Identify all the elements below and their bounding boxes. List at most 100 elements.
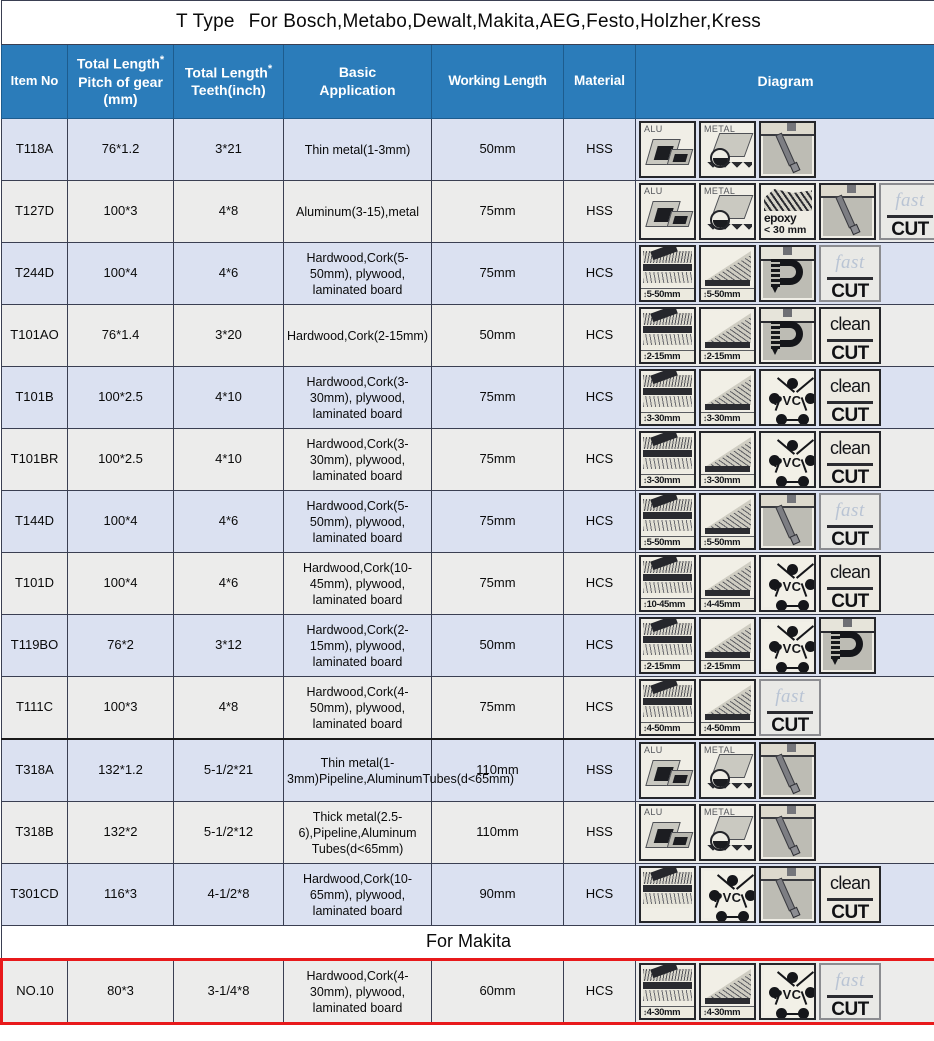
- cell-total-length-teeth: 4*6: [173, 490, 284, 553]
- cell-basic-application: Hardwood,Cork(4-30mm), plywood, laminate…: [283, 958, 432, 1025]
- table-row: T318A 132*1.2 5-1/2*21 Thin metal(1-3mm)Pip…: [1, 738, 934, 802]
- wood-layers-shape: [643, 557, 692, 597]
- cell-working-length: 75mm: [431, 242, 564, 305]
- wood-layers-shape: [643, 309, 692, 349]
- pvc-text: PVC: [773, 641, 802, 656]
- cell-material: HCS: [563, 428, 636, 491]
- diagram-icon-strip: ↕2-15mm ↕2-15mm clean CUT: [639, 307, 932, 364]
- cell-working-length: 110mm: [431, 801, 564, 864]
- icon-size-label: ↕5-50mm: [641, 288, 694, 300]
- cell-total-length-teeth: 4*10: [173, 366, 284, 429]
- cell-working-length: 75mm: [431, 180, 564, 243]
- cell-total-length-teeth: 3*12: [173, 614, 284, 677]
- wood-layers-shape: [643, 681, 692, 721]
- diagram-icon: ↕4-45mm: [699, 555, 756, 612]
- alu-label: ALU: [644, 186, 663, 196]
- diagram-icon: ↕3-30mm: [639, 369, 696, 426]
- pvc-dot-0: [727, 875, 738, 886]
- icon-size-label: ↕5-50mm: [701, 536, 754, 548]
- cut-badge-top-text: clean: [829, 376, 871, 396]
- cut-badge: fast CUT: [819, 963, 881, 1020]
- cut-badge-bottom-text: CUT: [771, 715, 809, 736]
- pvc-dot-0: [787, 378, 798, 389]
- diagram-icon: ALU: [639, 742, 696, 799]
- diagram-icon: ↕3-30mm: [639, 431, 696, 488]
- cell-item-no: NO.10: [0, 958, 68, 1025]
- cell-basic-application: Thick metal(2.5-6),Pipeline,Aluminum Tub…: [283, 801, 432, 864]
- diagram-icon-strip: ↕3-30mm ↕3-30mm PVC clean CUT: [639, 431, 932, 488]
- cell-diagram: ALU METAL: [634, 801, 934, 864]
- diagram-icon: ↕2-15mm: [639, 617, 696, 674]
- diagram-icon-strip: ↕5-50mm ↕5-50mm fast CUT: [639, 245, 932, 302]
- cut-badge-bottom-text: CUT: [831, 591, 869, 612]
- diagram-icon: ALU: [639, 121, 696, 178]
- cell-diagram: ALU METAL: [634, 118, 934, 181]
- cell-item-no: T244D: [1, 242, 68, 305]
- column-header-basic-application: Basic Application: [283, 44, 432, 119]
- diagram-icon: epoxy < 30 mm: [759, 183, 816, 240]
- slot-nub: [787, 868, 796, 876]
- wood-layers-shape: [643, 868, 692, 908]
- diagram-icon-strip: ↕2-15mm ↕2-15mm PVC: [639, 617, 932, 674]
- column-header-item-no: Item No: [1, 44, 68, 119]
- diagram-icon: [759, 742, 816, 799]
- diagram-icon: [639, 866, 696, 923]
- cut-badge: clean CUT: [819, 369, 881, 426]
- cell-material: HSS: [563, 118, 636, 181]
- diagram-icon: [759, 245, 816, 302]
- cut-badge-top-text: clean: [829, 314, 871, 334]
- epoxy-material-shape: [764, 189, 812, 211]
- diagram-icon-strip: ↕3-30mm ↕3-30mm PVC clean CUT: [639, 369, 932, 426]
- alu-label: ALU: [644, 745, 663, 755]
- cell-material: HCS: [563, 676, 636, 740]
- cut-badge: fast CUT: [819, 493, 881, 550]
- pvc-pentagon-shape: PVC: [764, 436, 814, 486]
- magnifier-icon: [710, 148, 730, 168]
- cell-diagram: ↕4-30mm ↕4-30mm PVC fast CUT: [634, 958, 934, 1025]
- cell-working-length: 75mm: [431, 428, 564, 491]
- icon-size-label: ↕10-45mm: [641, 598, 694, 610]
- cell-diagram: ↕10-45mm ↕4-45mm PVC clean CUT: [634, 552, 934, 615]
- diagram-icon: ↕2-15mm: [699, 617, 756, 674]
- screw-nub: [843, 619, 852, 627]
- cut-badge: fast CUT: [759, 679, 821, 736]
- table-row: T118A 76*1.2 3*21 Thin metal(1-3mm) 50mm HSS A…: [1, 118, 934, 181]
- icon-size-label: ↕5-50mm: [701, 288, 754, 300]
- pvc-pentagon-shape: PVC: [704, 871, 754, 921]
- cell-total-length-pitch: 76*1.2: [67, 118, 174, 181]
- magnifier-icon: [710, 769, 730, 789]
- cell-basic-application: Hardwood,Cork(3-30mm), plywood, laminate…: [283, 428, 432, 491]
- slot-nub: [787, 495, 796, 503]
- catalog-page: MO Sign 55580 T TypeFor Bosch,Metabo,Dew…: [0, 0, 934, 1041]
- diagram-icon: ↕5-50mm: [699, 493, 756, 550]
- diagram-icon: ↕3-30mm: [699, 431, 756, 488]
- table-row: T318B 132*2 5-1/2*12 Thick metal(2.5-6),Pip…: [1, 801, 934, 864]
- cell-total-length-teeth: 4*8: [173, 676, 284, 740]
- diagram-icon: PVC: [699, 866, 756, 923]
- pvc-text: PVC: [773, 987, 802, 1002]
- pvc-pentagon-shape: PVC: [764, 968, 814, 1018]
- wood-wedge-shape: [703, 373, 752, 411]
- cell-working-length: 50mm: [431, 118, 564, 181]
- pvc-dot-0: [787, 972, 798, 983]
- cell-total-length-pitch: 76*1.4: [67, 304, 174, 367]
- cell-item-no: T118A: [1, 118, 68, 181]
- title-text: For Bosch,Metabo,Dewalt,Makita,AEG,Festo…: [248, 11, 762, 33]
- cell-total-length-pitch: 116*3: [67, 863, 174, 926]
- cut-badge-top-text: clean: [829, 438, 871, 458]
- cell-total-length-pitch: 100*2.5: [67, 428, 174, 491]
- diagram-icon: ↕2-15mm: [639, 307, 696, 364]
- screw-shaft-shape: [771, 321, 780, 349]
- screw-tip-shape: [771, 285, 779, 293]
- cell-item-no: T318A: [1, 738, 68, 802]
- cell-diagram: ALU METAL epoxy < 30 mm fast CUT: [634, 180, 934, 243]
- diagram-icon: [759, 866, 816, 923]
- pvc-dot-2: [776, 414, 787, 424]
- diagram-icon-strip: ALU METAL: [639, 804, 932, 861]
- product-table: T Type For Bosch,Metabo,Dewalt,Makita,AEG…: [0, 0, 934, 1025]
- cell-basic-application: Thin metal(1-3mm): [283, 118, 432, 181]
- header-line-2: Application: [319, 81, 396, 98]
- cell-material: HCS: [563, 242, 636, 305]
- diagram-icon-strip: ↕4-30mm ↕4-30mm PVC fast CUT: [639, 963, 931, 1020]
- alu-label: ALU: [644, 124, 663, 134]
